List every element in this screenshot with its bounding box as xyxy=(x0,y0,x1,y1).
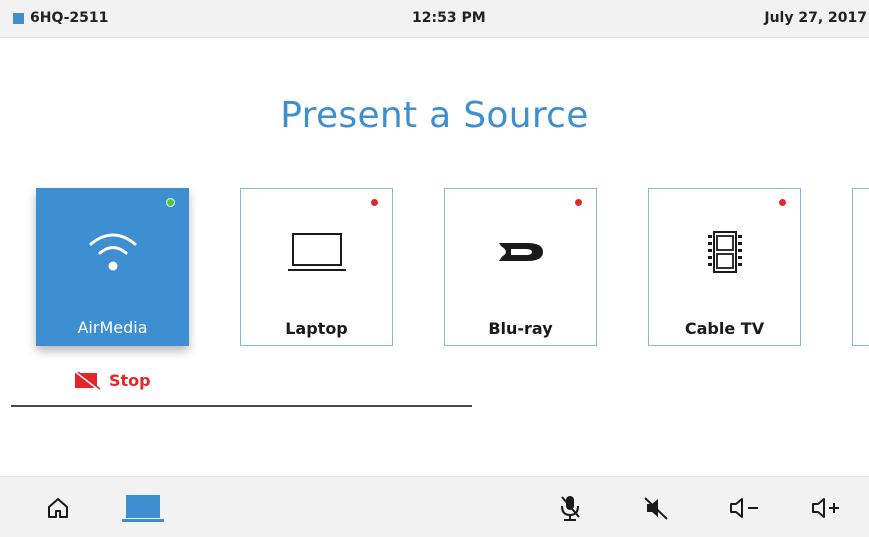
source-tile-partial[interactable] xyxy=(852,188,869,346)
stop-label: Stop xyxy=(109,371,151,390)
room-color-icon xyxy=(13,12,24,24)
source-label-laptop: Laptop xyxy=(285,319,348,338)
display-icon xyxy=(122,495,164,522)
source-tile-bluray[interactable]: Blu-ray xyxy=(444,188,597,346)
room-name: 6HQ-2511 xyxy=(30,10,109,26)
source-label-cable-tv: Cable TV xyxy=(684,319,765,338)
clock-date: July 27, 2017 xyxy=(764,10,867,26)
volume-up-icon xyxy=(812,498,839,518)
status-dot-cable-tv xyxy=(779,199,786,206)
source-tile-cable-tv[interactable]: Cable TV xyxy=(648,188,801,346)
status-dot-bluray xyxy=(575,199,582,206)
bluray-icon xyxy=(445,227,596,277)
page-title: Present a Source xyxy=(280,95,589,136)
scroll-indicator xyxy=(11,405,472,407)
volume-down-button[interactable] xyxy=(727,493,763,523)
status-dot-laptop xyxy=(371,199,378,206)
clock-time: 12:53 PM xyxy=(412,10,486,26)
source-label-airmedia: AirMedia xyxy=(77,318,148,337)
speaker-mute-button[interactable] xyxy=(641,493,671,523)
volume-down-icon xyxy=(730,498,758,518)
home-button[interactable] xyxy=(43,493,73,523)
mic-mute-icon xyxy=(561,496,580,521)
speaker-mute-icon xyxy=(644,497,668,520)
source-tile-airmedia[interactable]: AirMedia xyxy=(36,188,189,346)
stop-button[interactable]: Stop xyxy=(74,371,151,390)
laptop-icon xyxy=(241,227,392,277)
source-tile-laptop[interactable]: Laptop xyxy=(240,188,393,346)
film-icon xyxy=(649,227,800,277)
display-button[interactable] xyxy=(120,493,166,523)
status-dot-airmedia xyxy=(166,198,175,207)
source-label-bluray: Blu-ray xyxy=(488,319,553,338)
status-bar: 6HQ-2511 12:53 PM July 27, 2017 xyxy=(0,0,869,38)
room-indicator: 6HQ-2511 xyxy=(13,10,108,26)
volume-up-button[interactable] xyxy=(809,493,845,523)
wifi-icon xyxy=(36,226,189,276)
mic-mute-button[interactable] xyxy=(556,493,584,523)
stop-share-icon xyxy=(75,371,100,390)
bottom-toolbar xyxy=(0,476,869,537)
home-icon xyxy=(48,498,68,518)
